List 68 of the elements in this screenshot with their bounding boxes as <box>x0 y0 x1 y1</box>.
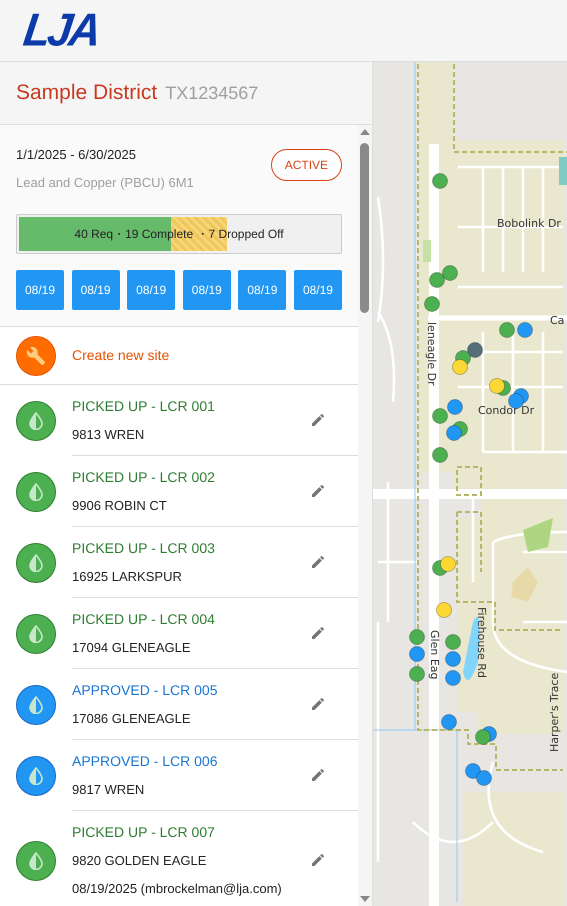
date-button[interactable]: 08/19 <box>72 270 120 310</box>
date-button[interactable]: 08/19 <box>294 270 342 310</box>
date-button[interactable]: 08/19 <box>238 270 286 310</box>
map-pin[interactable] <box>409 629 425 645</box>
map-pin[interactable] <box>465 763 481 779</box>
map-pin[interactable] <box>445 651 461 667</box>
site-address: 9820 GOLDEN EAGLE <box>72 853 208 869</box>
status-badge: ACTIVE <box>270 149 342 181</box>
site-address: 17094 GLENEAGLE <box>72 640 192 656</box>
map-pin[interactable] <box>475 729 491 745</box>
street-label: Glen Eag <box>428 630 441 680</box>
park-area <box>523 518 553 552</box>
site-title[interactable]: PICKED UP - LCR 007 <box>72 823 306 841</box>
site-title[interactable]: APPROVED - LCR 005 <box>72 681 306 699</box>
pencil-icon <box>310 696 326 712</box>
map-pin[interactable] <box>467 342 483 358</box>
pencil-icon <box>310 412 326 428</box>
site-title[interactable]: PICKED UP - LCR 003 <box>72 539 306 557</box>
pencil-icon <box>310 852 326 868</box>
pencil-icon <box>310 482 326 499</box>
pencil-icon <box>310 554 326 570</box>
street-label: Harper's Trace <box>548 672 561 752</box>
site-address: 16925 LARKSPUR <box>72 569 183 585</box>
map-pin[interactable] <box>441 714 457 730</box>
pencil-icon <box>310 766 326 783</box>
date-button[interactable]: 08/19 <box>16 270 64 310</box>
map-pin[interactable] <box>440 556 456 572</box>
date-button[interactable]: 08/19 <box>182 270 231 310</box>
program-name: Lead and Copper (PBCU) 6M1 <box>16 174 194 192</box>
map-pin[interactable] <box>424 296 440 312</box>
site-address: 17086 GLENEAGLE <box>72 711 192 727</box>
street-label: Firehouse Rd <box>475 607 488 678</box>
map-pin[interactable] <box>432 173 448 189</box>
district-code: TX1234567 <box>165 82 258 104</box>
company-logo: LJA <box>20 7 102 54</box>
map-pin[interactable] <box>445 670 461 686</box>
map-pin[interactable] <box>499 322 515 338</box>
map-pin[interactable] <box>429 272 445 288</box>
pencil-icon <box>310 624 326 641</box>
period-dates: 1/1/2025 - 6/30/2025 <box>16 146 137 164</box>
map-pin[interactable] <box>476 770 492 786</box>
map-pin[interactable] <box>445 634 461 650</box>
map-pin[interactable] <box>409 666 425 682</box>
site-address: 9906 ROBIN CT <box>72 498 168 514</box>
site-title[interactable]: PICKED UP - LCR 002 <box>72 468 306 486</box>
site-title[interactable]: APPROVED - LCR 006 <box>72 752 306 770</box>
map-pin[interactable] <box>517 322 533 338</box>
map-pin[interactable] <box>432 408 448 424</box>
site-title[interactable]: PICKED UP - LCR 004 <box>72 610 306 628</box>
map-pin[interactable] <box>452 359 468 375</box>
map-pin[interactable] <box>409 646 425 662</box>
site-address: 9813 WREN <box>72 427 146 443</box>
street-label: leneagle Dr <box>425 322 438 386</box>
street-label: Condor Dr <box>478 404 534 417</box>
date-button[interactable]: 08/19 <box>127 270 176 310</box>
map-pin[interactable] <box>442 265 458 281</box>
site-address: 9817 WREN <box>72 782 146 798</box>
district-name: Sample District <box>16 80 158 106</box>
site-note: 08/19/2025 (mbrockelman@lja.com) <box>72 881 283 897</box>
building-area <box>511 567 538 602</box>
street-label: Bobolink Dr <box>497 217 561 230</box>
create-site-link[interactable]: Create new site <box>72 345 170 366</box>
street-label: Ca <box>550 314 564 327</box>
map-pin[interactable] <box>432 447 448 463</box>
site-title[interactable]: PICKED UP - LCR 001 <box>72 397 306 415</box>
map-pin[interactable] <box>447 399 463 415</box>
wrench-icon[interactable] <box>16 336 56 376</box>
map-pin[interactable] <box>446 425 462 441</box>
